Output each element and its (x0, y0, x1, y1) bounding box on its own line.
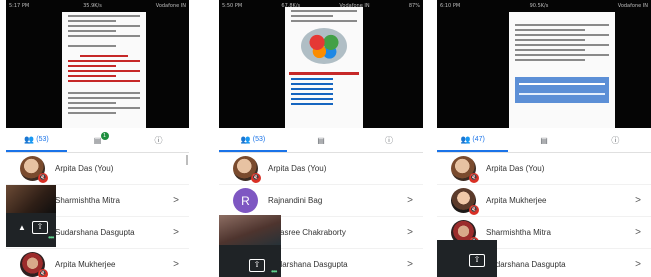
mic-off-icon: 🔇 (469, 173, 479, 183)
more-icon[interactable]: ••• (48, 233, 54, 242)
slide-table (515, 77, 609, 103)
scrollbar[interactable] (186, 155, 188, 165)
chevron-right-icon[interactable]: > (407, 195, 413, 206)
shared-document (62, 12, 146, 128)
participant-name: Sudarshana Dasgupta (268, 260, 348, 269)
chevron-right-icon[interactable]: > (173, 195, 179, 206)
present-icon[interactable]: ⇧ (469, 254, 485, 267)
people-count: (53) (36, 135, 49, 143)
brain-illustration (301, 28, 347, 64)
self-video-tile: ⇧ ••• (219, 215, 281, 277)
info-icon: ⓘ (611, 135, 620, 145)
participant-row[interactable]: 🔇 Arpita Mukherjee > (6, 249, 189, 277)
participant-row[interactable]: 🔇 Arpita Das (You) (6, 153, 189, 185)
participant-tabs: 👥 (47) ▤ ⓘ (437, 128, 651, 153)
chevron-right-icon[interactable]: > (635, 227, 641, 238)
status-bar: 6:10 PM 90.5K/s Vodafone IN (437, 0, 651, 12)
status-speed: 35.9K/s (83, 3, 102, 9)
participant-tabs: 👥 (53) ▤ 1 ⓘ (6, 128, 189, 153)
status-carrier: Vodafone IN (617, 3, 648, 9)
mic-off-icon: 🔇 (38, 269, 48, 277)
people-icon: 👥 (240, 134, 251, 144)
status-battery: 87% (408, 3, 420, 9)
present-icon[interactable]: ⇧ (249, 259, 265, 272)
participant-tabs: 👥 (53) ▤ ⓘ (219, 128, 423, 153)
camera-feed (219, 215, 281, 245)
tab-people[interactable]: 👥 (53) (6, 128, 67, 152)
shared-document (509, 12, 615, 128)
chevron-right-icon[interactable]: > (407, 227, 413, 238)
chevron-right-icon[interactable]: > (635, 195, 641, 206)
screenshot-collage: 5:17 PM 35.9K/s Vodafone IN 👥 (53) ▤ 1 ⓘ… (0, 0, 651, 277)
people-icon: 👥 (460, 134, 471, 144)
participant-name: Sharmishtha Mitra (486, 228, 551, 237)
status-carrier: Vodafone IN (155, 3, 186, 9)
present-icon[interactable]: ⇧ (32, 221, 48, 234)
participant-name: Rajasree Chakraborty (268, 228, 346, 237)
people-count: (47) (472, 135, 485, 143)
mic-off-icon: 🔇 (469, 205, 479, 215)
chat-icon: ▤ (317, 135, 325, 145)
pin-icon[interactable]: ▲ (18, 223, 26, 232)
avatar: 🔇 (451, 188, 479, 215)
tab-chat[interactable]: ▤ (508, 128, 579, 152)
status-time: 5:17 PM (9, 3, 30, 9)
mic-off-icon: 🔇 (38, 173, 48, 183)
phone-screen-2: 5:50 PM 67.8K/s Vodafone IN 87% 👥 (53) ▤ (219, 0, 423, 277)
mic-off-icon: 🔇 (251, 173, 261, 183)
self-video-tile: ⇧ ▮▮▮ (437, 240, 497, 277)
participant-name: Sharmishtha Mitra (55, 196, 120, 205)
participant-row[interactable]: 🔇 Arpita Das (You) (437, 153, 651, 185)
shared-screen-view: 6:10 PM 90.5K/s Vodafone IN (437, 0, 651, 128)
tab-people[interactable]: 👥 (47) (437, 128, 509, 152)
participant-row[interactable]: 🔇 Arpita Mukherjee > (437, 185, 651, 217)
tab-info[interactable]: ⓘ (580, 128, 651, 152)
tab-info[interactable]: ⓘ (128, 128, 189, 152)
tab-info[interactable]: ⓘ (355, 128, 423, 152)
chevron-right-icon[interactable]: > (407, 259, 413, 270)
camera-feed (6, 185, 56, 213)
avatar: R (233, 188, 258, 213)
avatar: 🔇 (20, 156, 48, 183)
chevron-right-icon[interactable]: > (173, 259, 179, 270)
chevron-right-icon[interactable]: > (173, 227, 179, 238)
chat-badge: 1 (100, 132, 109, 140)
participant-name: Rajnandini Bag (268, 196, 323, 205)
avatar: 🔇 (20, 252, 48, 277)
people-count: (53) (252, 135, 266, 143)
people-icon: 👥 (24, 134, 35, 144)
shared-screen-view: 5:50 PM 67.8K/s Vodafone IN 87% (219, 0, 423, 128)
shared-document (285, 7, 363, 128)
participant-name: Arpita Das (You) (55, 164, 114, 173)
info-icon: ⓘ (385, 135, 393, 145)
shared-screen-view: 5:17 PM 35.9K/s Vodafone IN (6, 0, 189, 128)
info-icon: ⓘ (154, 135, 163, 145)
participant-name: Sudarshana Dasgupta (486, 260, 566, 269)
tab-chat[interactable]: ▤ (287, 128, 355, 152)
participant-name: Arpita Das (You) (486, 164, 545, 173)
avatar-initial: R (241, 193, 250, 208)
participant-row[interactable]: 🔇 Arpita Das (You) (219, 153, 423, 185)
status-time: 5:50 PM (222, 3, 243, 9)
participant-name: Arpita Mukherjee (55, 260, 116, 269)
avatar: 🔇 (233, 156, 261, 183)
participant-name: Arpita Das (You) (268, 164, 327, 173)
status-speed: 90.5K/s (529, 3, 549, 9)
chevron-right-icon[interactable]: > (635, 259, 641, 270)
tab-people[interactable]: 👥 (53) (219, 128, 287, 152)
tab-chat[interactable]: ▤ 1 (67, 128, 128, 152)
participant-name: Sudarshana Dasgupta (55, 228, 135, 237)
participant-row[interactable]: R Rajnandini Bag > (219, 185, 423, 217)
status-bar: 5:17 PM 35.9K/s Vodafone IN (6, 0, 189, 12)
phone-screen-3: 6:10 PM 90.5K/s Vodafone IN 👥 (47) ▤ ⓘ 🔇… (437, 0, 651, 277)
avatar: 🔇 (451, 156, 479, 183)
status-time: 6:10 PM (440, 3, 461, 9)
participant-name: Arpita Mukherjee (486, 196, 547, 205)
chat-icon: ▤ (540, 135, 548, 145)
more-icon[interactable]: ••• (271, 267, 277, 276)
self-video-tile: ▲ ⇧ ••• (6, 185, 56, 247)
phone-screen-1: 5:17 PM 35.9K/s Vodafone IN 👥 (53) ▤ 1 ⓘ… (6, 0, 189, 277)
